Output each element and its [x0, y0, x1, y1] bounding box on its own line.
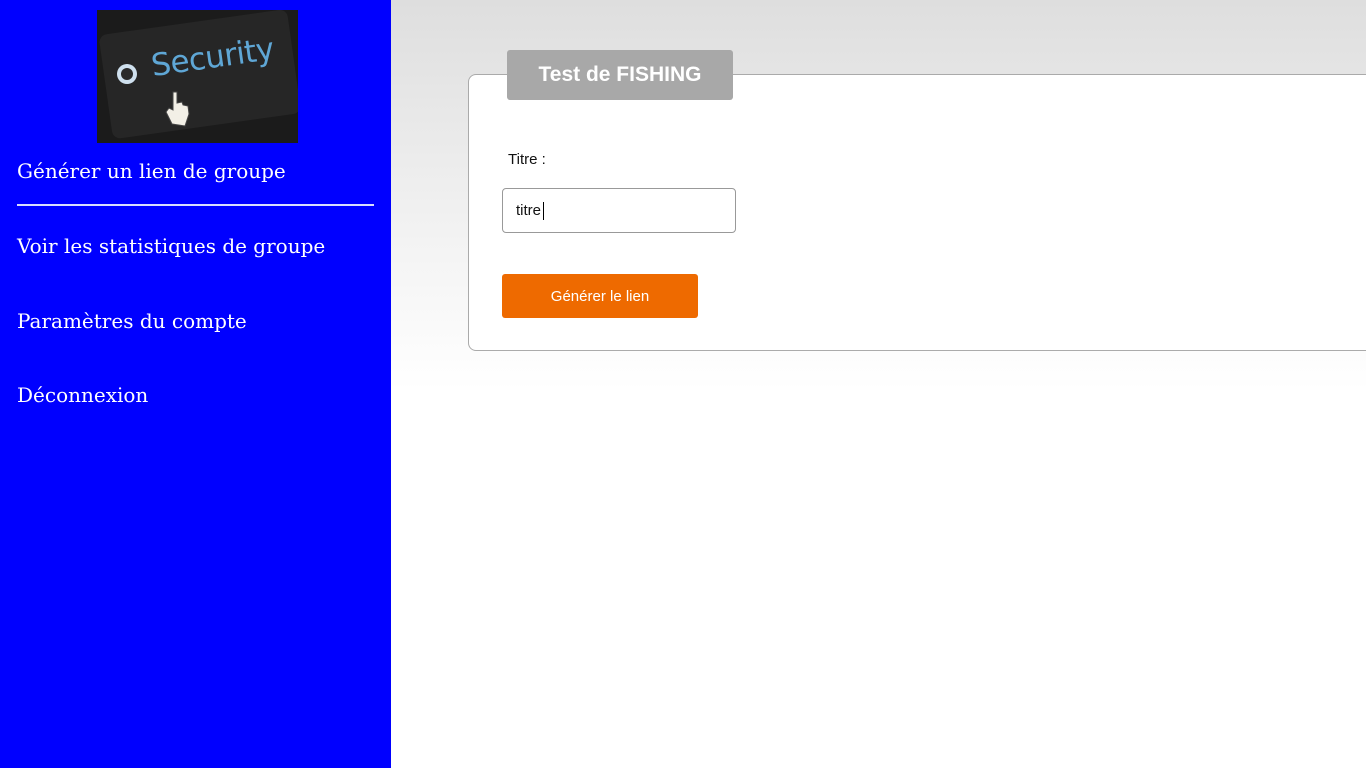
sidebar-item-generate-group-link[interactable]: Générer un lien de groupe	[17, 159, 286, 183]
sidebar: Security Générer un lien de groupe Voir …	[0, 0, 391, 768]
form-legend: Test de FISHING	[507, 50, 733, 100]
generate-link-button[interactable]: Générer le lien	[502, 274, 698, 318]
main-content: Test de FISHING Titre : Générer le lien	[391, 0, 1366, 768]
text-caret	[543, 202, 544, 220]
security-logo: Security	[97, 10, 298, 143]
sidebar-item-logout[interactable]: Déconnexion	[17, 383, 148, 407]
page: Security Générer un lien de groupe Voir …	[0, 0, 1366, 768]
title-label: Titre :	[508, 151, 546, 168]
sidebar-item-account-settings[interactable]: Paramètres du compte	[17, 309, 247, 333]
sidebar-item-group-statistics[interactable]: Voir les statistiques de groupe	[17, 234, 325, 258]
active-item-underline	[17, 204, 374, 206]
title-input[interactable]	[502, 188, 736, 233]
